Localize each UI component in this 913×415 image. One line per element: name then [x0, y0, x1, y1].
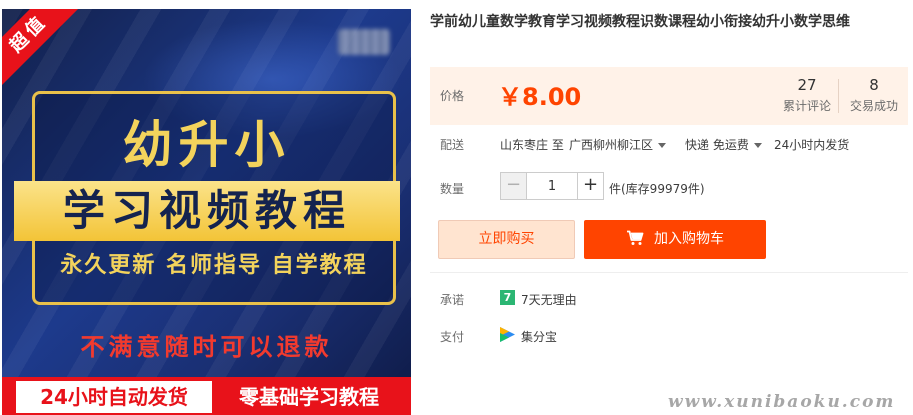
product-image[interactable]: 超值 幼升小 学习视频教程 永久更新 名师指导 自学教程 不满意随时可以退款 2… [2, 9, 411, 415]
image-ribbon-text: 学习视频教程 [62, 186, 351, 235]
payment-text: 集分宝 [521, 330, 558, 344]
site-watermark: www.xunibaoku.com [668, 392, 896, 412]
price-label: 价格 [440, 89, 465, 103]
quantity-decrease-button[interactable]: − [501, 173, 527, 199]
image-features: 永久更新 名师指导 自学教程 [60, 253, 368, 278]
delivery-label: 配送 [440, 138, 465, 152]
shopping-cart-icon [627, 230, 644, 245]
section-divider [430, 272, 908, 273]
delivery-method-select[interactable]: 快递 免运费 [685, 136, 762, 153]
product-title: 学前幼儿童数学教育学习视频教程识数课程幼小衔接幼升小数学思维 [430, 14, 850, 30]
add-to-cart-label: 加入购物车 [654, 231, 724, 247]
seven-days-icon: 7 [500, 290, 515, 305]
promise-label: 承诺 [440, 293, 465, 307]
quantity-increase-button[interactable]: + [577, 173, 603, 199]
jifenbao-icon [500, 327, 515, 342]
quantity-label: 数量 [440, 182, 465, 196]
product-page: 超值 幼升小 学习视频教程 永久更新 名师指导 自学教程 不满意随时可以退款 2… [0, 0, 913, 415]
delivery-destination: 广西柳州柳江区 [569, 138, 654, 152]
delivery-from: 山东枣庄 至 [500, 138, 564, 152]
sales-label: 交易成功 [849, 99, 898, 113]
add-to-cart-button[interactable]: 加入购物车 [584, 220, 766, 259]
quantity-input[interactable] [527, 173, 577, 199]
price-box: 价格 ￥8.00 27 累计评论 8 交易成功 [430, 67, 908, 125]
quantity-stepper: − + [500, 172, 604, 200]
dispatch-time: 24小时内发货 [774, 138, 850, 152]
chevron-down-icon [658, 143, 667, 148]
sales-stat: 8 交易成功 [842, 75, 906, 115]
delivery-destination-select[interactable]: 广西柳州柳江区 [569, 136, 667, 153]
payment-label: 支付 [440, 330, 465, 344]
chevron-down-icon [753, 143, 762, 148]
stat-divider [838, 79, 839, 113]
reviews-stat[interactable]: 27 累计评论 [775, 75, 839, 115]
image-bottom-left: 24小时自动发货 [16, 381, 212, 413]
image-refund-text: 不满意随时可以退款 [80, 333, 333, 361]
price-value: ￥8.00 [498, 83, 582, 111]
stock-text: 件(库存99979件) [609, 182, 705, 196]
promise-text[interactable]: 7天无理由 [521, 291, 577, 308]
image-headline: 幼升小 [122, 115, 291, 174]
image-bottom-right: 零基础学习教程 [239, 385, 379, 409]
reviews-count: 27 [797, 76, 817, 94]
delivery-method: 快递 免运费 [685, 138, 749, 152]
blurred-logo [338, 29, 390, 55]
sales-count: 8 [869, 76, 879, 94]
buy-now-button[interactable]: 立即购买 [438, 220, 575, 259]
reviews-label: 累计评论 [782, 99, 831, 113]
